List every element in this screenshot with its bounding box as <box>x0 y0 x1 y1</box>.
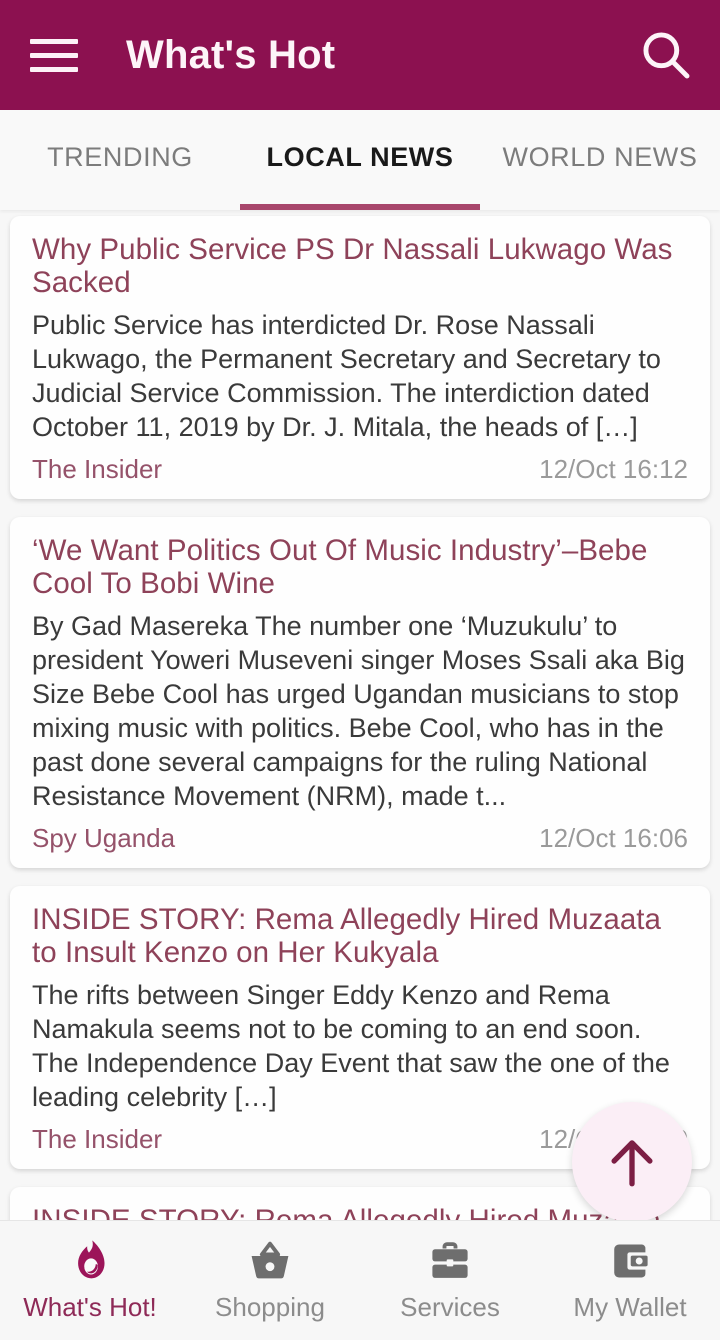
flame-icon <box>69 1238 111 1284</box>
news-title: INSIDE STORY: Rema Allegedly Hired Muzaa… <box>32 903 661 969</box>
news-source: The Insider <box>32 1124 163 1154</box>
nav-label: What's Hot! <box>23 1292 157 1322</box>
app-root: What's Hot TRENDING LOCAL NEWS WORLD NEW… <box>0 0 720 1340</box>
news-card[interactable]: Why Public Service PS Dr Nassali Lukwago… <box>10 216 710 499</box>
news-timestamp: 12/Oct 16:06 <box>539 823 688 853</box>
hamburger-line <box>30 38 78 44</box>
news-card[interactable]: ‘We Want Politics Out Of Music Industry’… <box>10 517 710 868</box>
arrow-up-icon <box>611 1140 653 1187</box>
bottom-navigation: What's Hot! Shopping Services My Wallet <box>0 1220 720 1340</box>
search-icon[interactable] <box>638 27 694 83</box>
tab-label: WORLD NEWS <box>502 141 698 172</box>
page-title: What's Hot <box>126 32 336 77</box>
news-source: Spy Uganda <box>32 823 176 853</box>
news-title: ‘We Want Politics Out Of Music Industry’… <box>32 534 648 600</box>
nav-label: Services <box>400 1292 500 1322</box>
news-excerpt: By Gad Masereka The number one ‘Muzukulu… <box>32 611 685 811</box>
tab-trending[interactable]: TRENDING <box>0 110 240 210</box>
tab-world-news[interactable]: WORLD NEWS <box>480 110 720 210</box>
nav-item-my-wallet[interactable]: My Wallet <box>540 1221 720 1340</box>
news-meta: Spy Uganda 12/Oct 16:06 <box>32 823 688 858</box>
basket-icon <box>247 1238 293 1284</box>
tab-label: LOCAL NEWS <box>266 141 454 172</box>
news-meta: The Insider 12/Oct 16:12 <box>32 454 688 489</box>
tab-label: TRENDING <box>47 141 193 172</box>
briefcase-icon <box>428 1238 472 1284</box>
news-excerpt: The rifts between Singer Eddy Kenzo and … <box>32 980 670 1112</box>
nav-item-services[interactable]: Services <box>360 1221 540 1340</box>
nav-label: My Wallet <box>573 1292 687 1322</box>
scroll-to-top-button[interactable] <box>572 1102 692 1220</box>
wallet-icon <box>608 1238 652 1284</box>
app-bar: What's Hot <box>0 0 720 110</box>
hamburger-menu-icon[interactable] <box>26 33 82 77</box>
hamburger-line <box>30 66 78 72</box>
nav-item-shopping[interactable]: Shopping <box>180 1221 360 1340</box>
news-title: Why Public Service PS Dr Nassali Lukwago… <box>32 233 673 299</box>
nav-label: Shopping <box>215 1292 325 1322</box>
hamburger-line <box>30 52 78 58</box>
news-excerpt: Public Service has interdicted Dr. Rose … <box>32 310 661 442</box>
news-title: INSIDE STORY: Rema Allegedly Hired Muzaa… <box>32 1204 688 1220</box>
tab-bar: TRENDING LOCAL NEWS WORLD NEWS <box>0 110 720 210</box>
news-source: The Insider <box>32 454 163 484</box>
nav-item-whats-hot[interactable]: What's Hot! <box>0 1221 180 1340</box>
tab-local-news[interactable]: LOCAL NEWS <box>240 110 480 210</box>
news-timestamp: 12/Oct 16:12 <box>539 454 688 484</box>
news-feed[interactable]: Why Public Service PS Dr Nassali Lukwago… <box>0 210 720 1220</box>
